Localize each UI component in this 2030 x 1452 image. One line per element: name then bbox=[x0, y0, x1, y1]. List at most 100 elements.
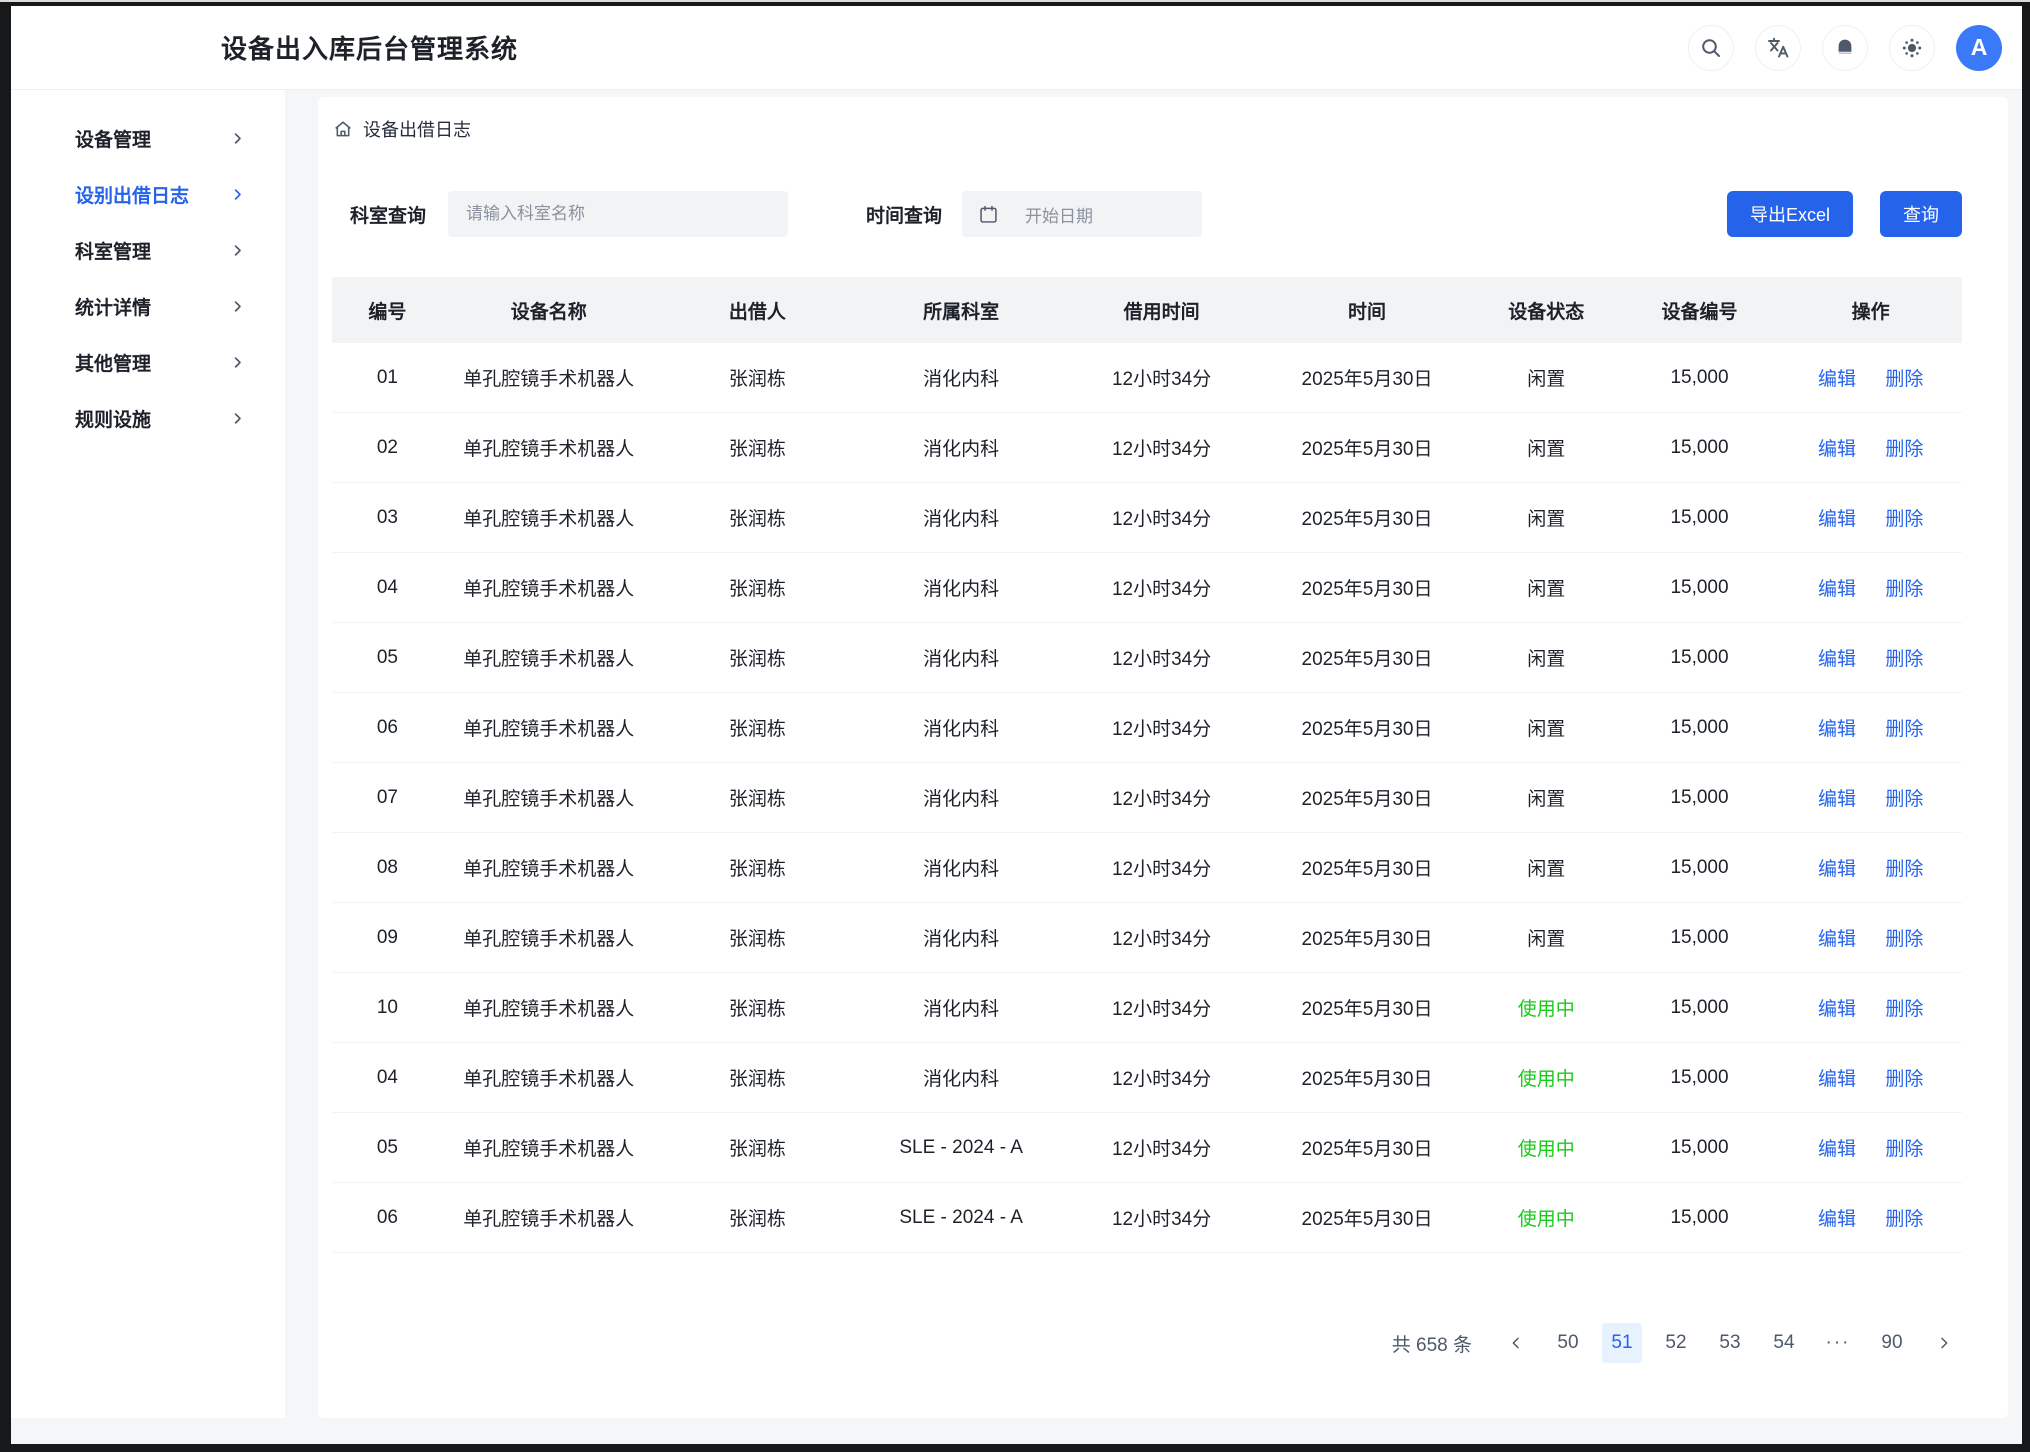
cell-device-code: 15,000 bbox=[1620, 1113, 1780, 1183]
chevron-right-icon bbox=[230, 187, 245, 202]
cell-duration: 12小时34分 bbox=[1062, 343, 1261, 413]
cell-actions: 编辑 删除 bbox=[1779, 483, 1962, 553]
pagination-page[interactable]: 53 bbox=[1710, 1323, 1750, 1363]
pagination-pages: 50 51 52 53 54 ··· 90 bbox=[1548, 1323, 1912, 1363]
delete-link[interactable]: 删除 bbox=[1885, 509, 1923, 530]
export-excel-button[interactable]: 导出Excel bbox=[1727, 191, 1853, 237]
edit-link[interactable]: 编辑 bbox=[1818, 789, 1856, 810]
sidebar-item-label: 统计详情 bbox=[75, 293, 151, 320]
delete-link[interactable]: 删除 bbox=[1885, 789, 1923, 810]
sidebar-item[interactable]: 其他管理 bbox=[11, 340, 285, 384]
delete-link[interactable]: 删除 bbox=[1885, 649, 1923, 670]
edit-link[interactable]: 编辑 bbox=[1818, 719, 1856, 740]
edit-link[interactable]: 编辑 bbox=[1818, 1069, 1856, 1090]
query-button[interactable]: 查询 bbox=[1880, 191, 1962, 237]
dept-query-label: 科室查询 bbox=[350, 201, 426, 228]
cell-actions: 编辑 删除 bbox=[1779, 1113, 1962, 1183]
cell-status: 闲置 bbox=[1473, 763, 1620, 833]
edit-link[interactable]: 编辑 bbox=[1818, 439, 1856, 460]
column-header: 借用时间 bbox=[1062, 277, 1261, 343]
start-date-placeholder: 开始日期 bbox=[1025, 202, 1093, 227]
edit-link[interactable]: 编辑 bbox=[1818, 579, 1856, 600]
delete-link[interactable]: 删除 bbox=[1885, 719, 1923, 740]
column-header: 设备状态 bbox=[1473, 277, 1620, 343]
table-row: 08 单孔腔镜手术机器人 张润栋 消化内科 12小时34分 2025年5月30日… bbox=[332, 833, 1962, 903]
pagination-page[interactable]: 90 bbox=[1872, 1323, 1912, 1363]
cell-borrower: 张润栋 bbox=[655, 903, 860, 973]
edit-link[interactable]: 编辑 bbox=[1818, 1209, 1856, 1230]
edit-link[interactable]: 编辑 bbox=[1818, 649, 1856, 670]
cell-duration: 12小时34分 bbox=[1062, 903, 1261, 973]
pagination-page[interactable]: 52 bbox=[1656, 1323, 1696, 1363]
pagination-prev-button[interactable] bbox=[1498, 1325, 1534, 1361]
pagination-page[interactable]: 54 bbox=[1764, 1323, 1804, 1363]
chevron-right-icon bbox=[230, 131, 245, 146]
breadcrumb-label: 设备出借日志 bbox=[363, 116, 471, 142]
cell-id: 06 bbox=[332, 693, 443, 763]
breadcrumb: 设备出借日志 bbox=[332, 117, 1962, 141]
cell-actions: 编辑 删除 bbox=[1779, 903, 1962, 973]
language-button[interactable] bbox=[1755, 25, 1801, 71]
user-avatar[interactable]: A bbox=[1956, 25, 2002, 71]
edit-link[interactable]: 编辑 bbox=[1818, 929, 1856, 950]
home-icon[interactable] bbox=[332, 118, 354, 140]
edit-link[interactable]: 编辑 bbox=[1818, 509, 1856, 530]
cell-actions: 编辑 删除 bbox=[1779, 833, 1962, 903]
pagination-next-button[interactable] bbox=[1926, 1325, 1962, 1361]
sidebar-item[interactable]: 规则设施 bbox=[11, 396, 285, 440]
translate-icon bbox=[1766, 36, 1790, 60]
delete-link[interactable]: 删除 bbox=[1885, 439, 1923, 460]
notification-button[interactable] bbox=[1822, 25, 1868, 71]
pagination-page[interactable]: 50 bbox=[1548, 1323, 1588, 1363]
delete-link[interactable]: 删除 bbox=[1885, 1139, 1923, 1160]
delete-link[interactable]: 删除 bbox=[1885, 999, 1923, 1020]
column-header: 操作 bbox=[1779, 277, 1962, 343]
edit-link[interactable]: 编辑 bbox=[1818, 999, 1856, 1020]
delete-link[interactable]: 删除 bbox=[1885, 1209, 1923, 1230]
top-bar: 设备出入库后台管理系统 bbox=[11, 6, 2022, 90]
sidebar-item[interactable]: 科室管理 bbox=[11, 228, 285, 272]
cell-duration: 12小时34分 bbox=[1062, 1183, 1261, 1253]
cell-department: 消化内科 bbox=[860, 833, 1062, 903]
cell-date: 2025年5月30日 bbox=[1261, 483, 1473, 553]
delete-link[interactable]: 删除 bbox=[1885, 579, 1923, 600]
cell-borrower: 张润栋 bbox=[655, 553, 860, 623]
cell-actions: 编辑 删除 bbox=[1779, 973, 1962, 1043]
table-row: 05 单孔腔镜手术机器人 张润栋 SLE - 2024 - A 12小时34分 … bbox=[332, 1113, 1962, 1183]
edit-link[interactable]: 编辑 bbox=[1818, 1139, 1856, 1160]
dept-search-input[interactable] bbox=[448, 191, 788, 237]
start-date-picker[interactable]: 开始日期 bbox=[962, 191, 1202, 237]
theme-button[interactable] bbox=[1889, 25, 1935, 71]
cell-id: 01 bbox=[332, 343, 443, 413]
sidebar: 设备管理 设别出借日志 科室管理 统计详情 其他 bbox=[11, 90, 285, 1418]
cell-device-name: 单孔腔镜手术机器人 bbox=[443, 763, 655, 833]
sidebar-item-label: 科室管理 bbox=[75, 237, 151, 264]
edit-link[interactable]: 编辑 bbox=[1818, 369, 1856, 390]
delete-link[interactable]: 删除 bbox=[1885, 369, 1923, 390]
cell-device-code: 15,000 bbox=[1620, 553, 1780, 623]
chevron-right-icon bbox=[230, 299, 245, 314]
cell-borrower: 张润栋 bbox=[655, 483, 860, 553]
cell-device-name: 单孔腔镜手术机器人 bbox=[443, 483, 655, 553]
sidebar-item[interactable]: 统计详情 bbox=[11, 284, 285, 328]
cell-department: 消化内科 bbox=[860, 343, 1062, 413]
main-area: 设备出借日志 科室查询 时间查询 开始日期 bbox=[285, 90, 2022, 1418]
sidebar-item[interactable]: 设别出借日志 bbox=[11, 172, 285, 216]
cell-date: 2025年5月30日 bbox=[1261, 833, 1473, 903]
table-row: 01 单孔腔镜手术机器人 张润栋 消化内科 12小时34分 2025年5月30日… bbox=[332, 343, 1962, 413]
cell-department: 消化内科 bbox=[860, 693, 1062, 763]
delete-link[interactable]: 删除 bbox=[1885, 1069, 1923, 1090]
search-button[interactable] bbox=[1688, 25, 1734, 71]
delete-link[interactable]: 删除 bbox=[1885, 859, 1923, 880]
cell-status: 使用中 bbox=[1473, 973, 1620, 1043]
sidebar-item-label: 设备管理 bbox=[75, 125, 151, 152]
pagination-page[interactable]: 51 bbox=[1602, 1323, 1642, 1363]
cell-date: 2025年5月30日 bbox=[1261, 1043, 1473, 1113]
sidebar-item[interactable]: 设备管理 bbox=[11, 116, 285, 160]
table-row: 07 单孔腔镜手术机器人 张润栋 消化内科 12小时34分 2025年5月30日… bbox=[332, 763, 1962, 833]
cell-department: 消化内科 bbox=[860, 553, 1062, 623]
topbar-actions: A bbox=[1688, 25, 2002, 71]
delete-link[interactable]: 删除 bbox=[1885, 929, 1923, 950]
search-icon bbox=[1699, 36, 1723, 60]
edit-link[interactable]: 编辑 bbox=[1818, 859, 1856, 880]
